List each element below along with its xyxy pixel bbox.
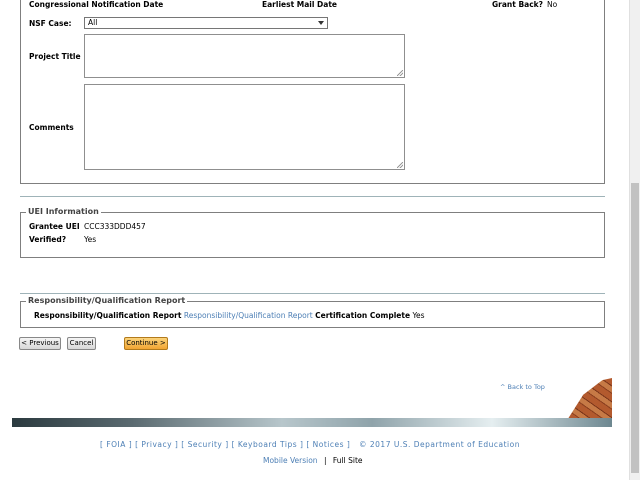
uei-information-legend: UEI Information: [26, 207, 101, 216]
mobile-version-link[interactable]: Mobile Version: [263, 456, 318, 465]
grantee-uei-value: CCC333DDD457: [84, 222, 146, 231]
responsibility-report-label: Responsibility/Qualification Report: [34, 311, 182, 320]
certification-complete-label: Certification Complete: [315, 311, 411, 320]
cancel-button[interactable]: Cancel: [67, 337, 96, 350]
section-divider: [20, 293, 605, 294]
verified-value: Yes: [84, 235, 97, 244]
nsf-case-selected-value: All: [88, 18, 98, 27]
grant-back-label: Grant Back?: [492, 0, 544, 9]
congressional-date-label: Congressional Notification Date: [29, 0, 164, 9]
site-version-switch: Mobile Version | Full Site: [263, 456, 363, 465]
keyboard-tips-link[interactable]: Keyboard Tips: [238, 440, 297, 449]
section-divider: [20, 196, 605, 197]
responsibility-report-legend: Responsibility/Qualification Report: [26, 296, 188, 305]
grantee-uei-label: Grantee UEI: [29, 222, 80, 231]
scrollbar-thumb[interactable]: [631, 183, 639, 473]
version-separator: |: [323, 456, 327, 465]
responsibility-report-link[interactable]: Responsibility/Qualification Report: [184, 311, 313, 320]
foia-link[interactable]: FOIA: [106, 440, 126, 449]
privacy-link[interactable]: Privacy: [141, 440, 172, 449]
verified-label: Verified?: [29, 235, 67, 244]
brick-wall-image: [567, 378, 612, 420]
uei-information-panel: [20, 212, 605, 258]
full-site-label: Full Site: [332, 456, 363, 465]
resize-grip-icon[interactable]: [397, 70, 403, 76]
continue-button[interactable]: Continue >: [124, 337, 168, 350]
responsibility-report-row: Responsibility/Qualification Report Resp…: [34, 311, 425, 320]
footer-links: [ FOIA ] [ Privacy ] [ Security ] [ Keyb…: [100, 440, 520, 449]
project-title-textarea[interactable]: [84, 34, 405, 78]
vertical-scrollbar[interactable]: [629, 0, 640, 480]
chevron-down-icon: [318, 21, 324, 25]
grant-back-value: No: [547, 0, 558, 9]
security-link[interactable]: Security: [188, 440, 223, 449]
previous-button[interactable]: < Previous: [19, 337, 61, 350]
comments-textarea[interactable]: [84, 84, 405, 170]
earliest-mail-date-label: Earliest Mail Date: [262, 0, 338, 9]
certification-complete-value: Yes: [412, 311, 425, 320]
resize-grip-icon[interactable]: [397, 162, 403, 168]
nsf-case-select[interactable]: All: [84, 17, 328, 29]
nsf-case-label: NSF Case:: [29, 19, 72, 28]
back-to-top-link[interactable]: ^ Back to Top: [500, 383, 545, 391]
footer-banner-image: [12, 418, 612, 427]
project-title-label: Project Title: [29, 52, 81, 61]
copyright-text: © 2017 U.S. Department of Education: [359, 440, 520, 449]
notices-link[interactable]: Notices: [313, 440, 344, 449]
comments-label: Comments: [29, 123, 74, 132]
